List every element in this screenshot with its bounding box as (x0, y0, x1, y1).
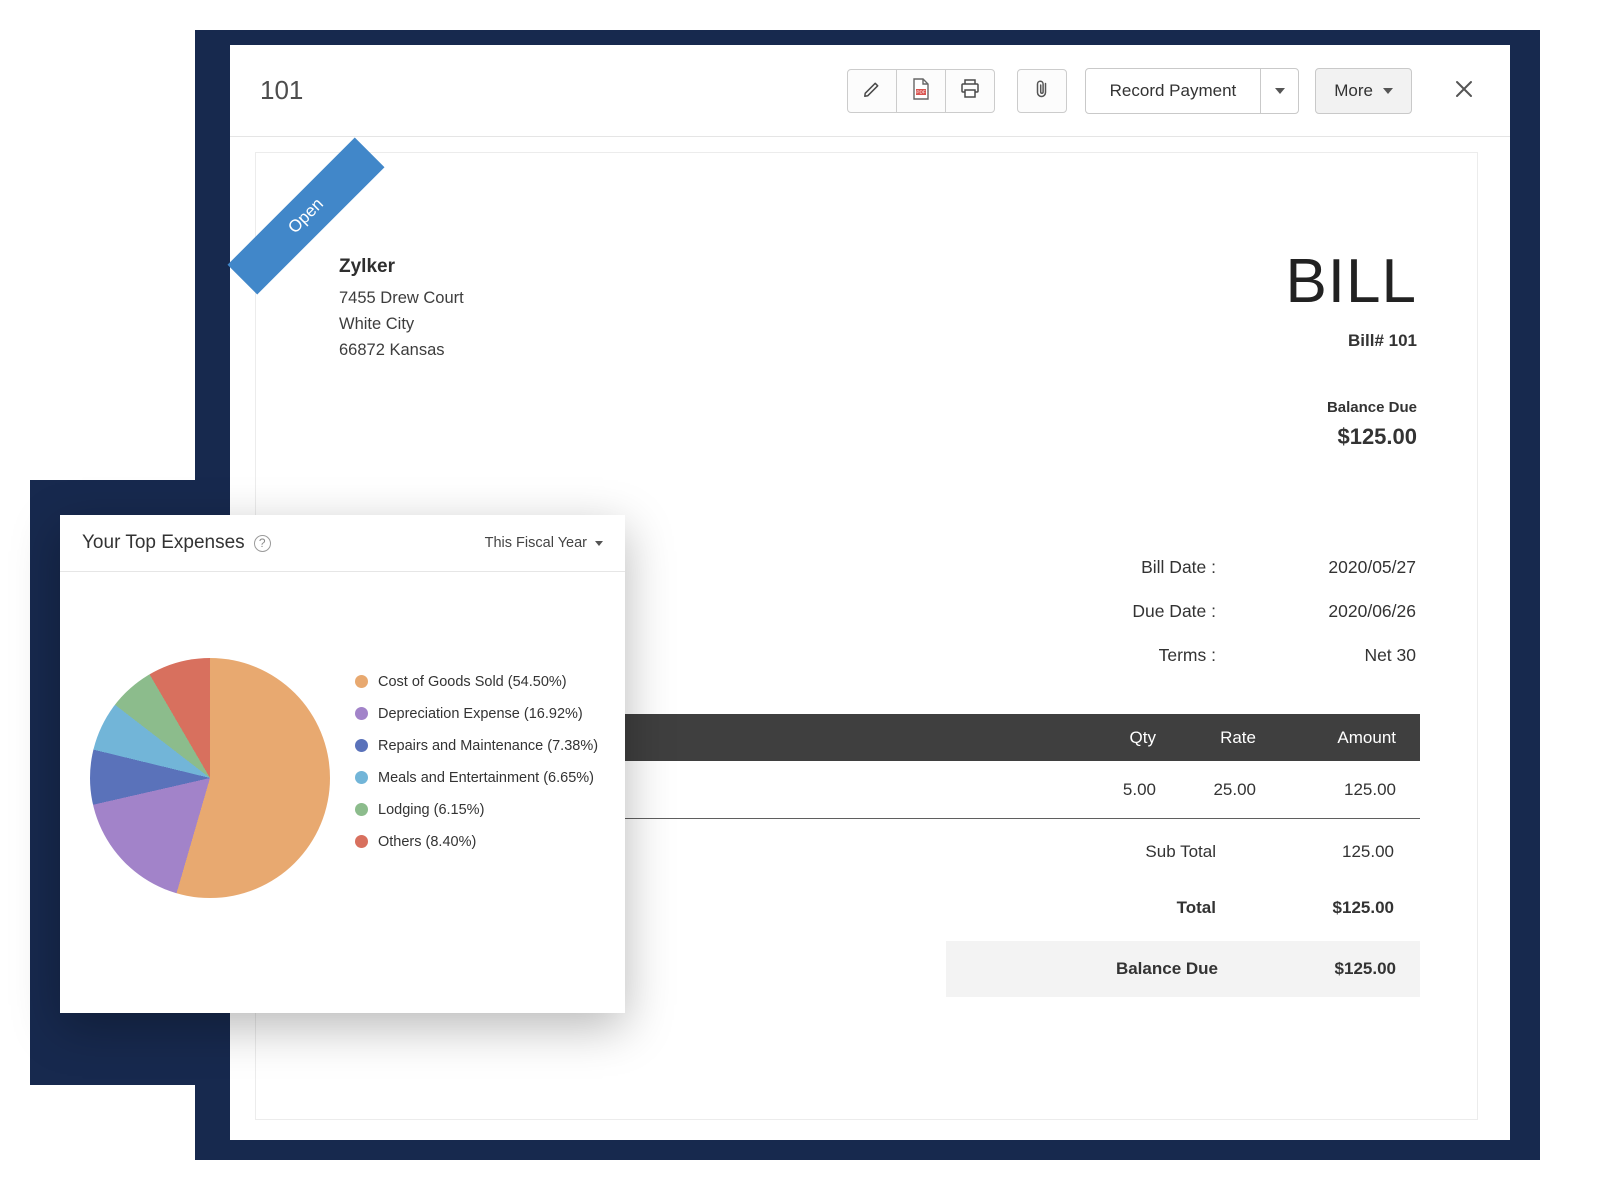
legend-dot (355, 739, 368, 752)
due-date-value: 2020/06/26 (1216, 601, 1416, 622)
vendor-address-line: 7455 Drew Court (339, 285, 464, 311)
print-button[interactable] (945, 69, 995, 113)
legend-dot (355, 803, 368, 816)
help-icon[interactable]: ? (254, 535, 271, 552)
table-header-qty: Qty (1036, 728, 1156, 748)
vendor-block: Zylker 7455 Drew Court White City 66872 … (339, 256, 464, 363)
due-date-row: Due Date : 2020/06/26 (896, 601, 1416, 622)
table-header-rate: Rate (1156, 728, 1256, 748)
balance-due-row: Balance Due $125.00 (946, 941, 1420, 997)
close-icon[interactable] (1448, 73, 1480, 108)
more-label: More (1334, 81, 1373, 101)
edit-button[interactable] (847, 69, 897, 113)
due-date-label: Due Date : (896, 601, 1216, 622)
terms-label: Terms : (896, 645, 1216, 666)
legend-dot (355, 771, 368, 784)
sub-total-row: Sub Total 125.00 (874, 842, 1394, 862)
item-amount-cell: 125.00 (1256, 780, 1396, 800)
vendor-address-line: 66872 Kansas (339, 337, 464, 363)
total-value: $125.00 (1216, 898, 1394, 918)
paperclip-icon (1032, 78, 1052, 103)
balance-due-row-label: Balance Due (946, 959, 1218, 979)
bill-title: 101 (260, 75, 303, 106)
sub-total-label: Sub Total (874, 842, 1216, 862)
item-qty-cell: 5.00 (1036, 780, 1156, 800)
legend-item: Meals and Entertainment (6.65%) (355, 767, 598, 788)
chevron-down-icon (1275, 88, 1285, 94)
legend-item: Repairs and Maintenance (7.38%) (355, 735, 598, 756)
legend-dot (355, 707, 368, 720)
item-rate-cell: 25.00 (1156, 780, 1256, 800)
total-label: Total (874, 898, 1216, 918)
pdf-button[interactable]: PDF (896, 69, 946, 113)
balance-due-row-value: $125.00 (1218, 959, 1396, 979)
terms-row: Terms : Net 30 (896, 645, 1416, 666)
status-ribbon-label: Open (284, 194, 328, 238)
table-header-amount: Amount (1256, 728, 1396, 748)
balance-due-amount: $125.00 (1285, 424, 1417, 450)
legend-label: Lodging (6.15%) (378, 802, 484, 818)
expenses-pie-chart[interactable] (90, 658, 330, 898)
chevron-down-icon (1383, 88, 1393, 94)
record-payment-button[interactable]: Record Payment (1085, 68, 1300, 114)
legend-label: Repairs and Maintenance (7.38%) (378, 738, 598, 754)
bill-header-block: BILL Bill# 101 Balance Due $125.00 (1285, 251, 1417, 450)
period-label: This Fiscal Year (485, 535, 587, 551)
sub-total-value: 125.00 (1216, 842, 1394, 862)
terms-value: Net 30 (1216, 645, 1416, 666)
legend-dot (355, 675, 368, 688)
legend-item: Cost of Goods Sold (54.50%) (355, 671, 598, 692)
expenses-legend: Cost of Goods Sold (54.50%) Depreciation… (355, 671, 598, 863)
top-expenses-title: Your Top Expenses (82, 532, 245, 554)
document-type-title: BILL (1285, 251, 1417, 313)
attachment-button[interactable] (1017, 69, 1067, 113)
pencil-icon (862, 79, 882, 102)
document-actions-group: PDF (847, 69, 995, 113)
top-expenses-header: Your Top Expenses ? This Fiscal Year (60, 515, 625, 572)
legend-label: Depreciation Expense (16.92%) (378, 706, 583, 722)
bill-date-row: Bill Date : 2020/05/27 (896, 557, 1416, 578)
legend-label: Others (8.40%) (378, 834, 476, 850)
total-row: Total $125.00 (874, 898, 1394, 918)
record-payment-dropdown[interactable] (1260, 69, 1298, 113)
bill-toolbar: 101 PDF (230, 45, 1510, 137)
legend-label: Cost of Goods Sold (54.50%) (378, 674, 567, 690)
balance-due-label: Balance Due (1285, 399, 1417, 416)
legend-item: Depreciation Expense (16.92%) (355, 703, 598, 724)
screenshot-canvas: 101 PDF (0, 0, 1600, 1200)
legend-item: Lodging (6.15%) (355, 799, 598, 820)
bill-meta: Bill Date : 2020/05/27 Due Date : 2020/0… (896, 557, 1416, 689)
chevron-down-icon (595, 541, 603, 546)
legend-dot (355, 835, 368, 848)
printer-icon (959, 78, 981, 103)
svg-text:PDF: PDF (916, 90, 925, 95)
bill-date-label: Bill Date : (896, 557, 1216, 578)
vendor-name: Zylker (339, 256, 464, 278)
legend-label: Meals and Entertainment (6.65%) (378, 770, 594, 786)
bill-date-value: 2020/05/27 (1216, 557, 1416, 578)
period-selector[interactable]: This Fiscal Year (485, 535, 603, 551)
bill-number: Bill# 101 (1285, 331, 1417, 351)
more-button[interactable]: More (1315, 68, 1412, 114)
legend-item: Others (8.40%) (355, 831, 598, 852)
top-expenses-card: Your Top Expenses ? This Fiscal Year Cos… (60, 515, 625, 1013)
vendor-address-line: White City (339, 311, 464, 337)
record-payment-label[interactable]: Record Payment (1086, 69, 1261, 113)
pdf-file-icon: PDF (912, 78, 930, 103)
